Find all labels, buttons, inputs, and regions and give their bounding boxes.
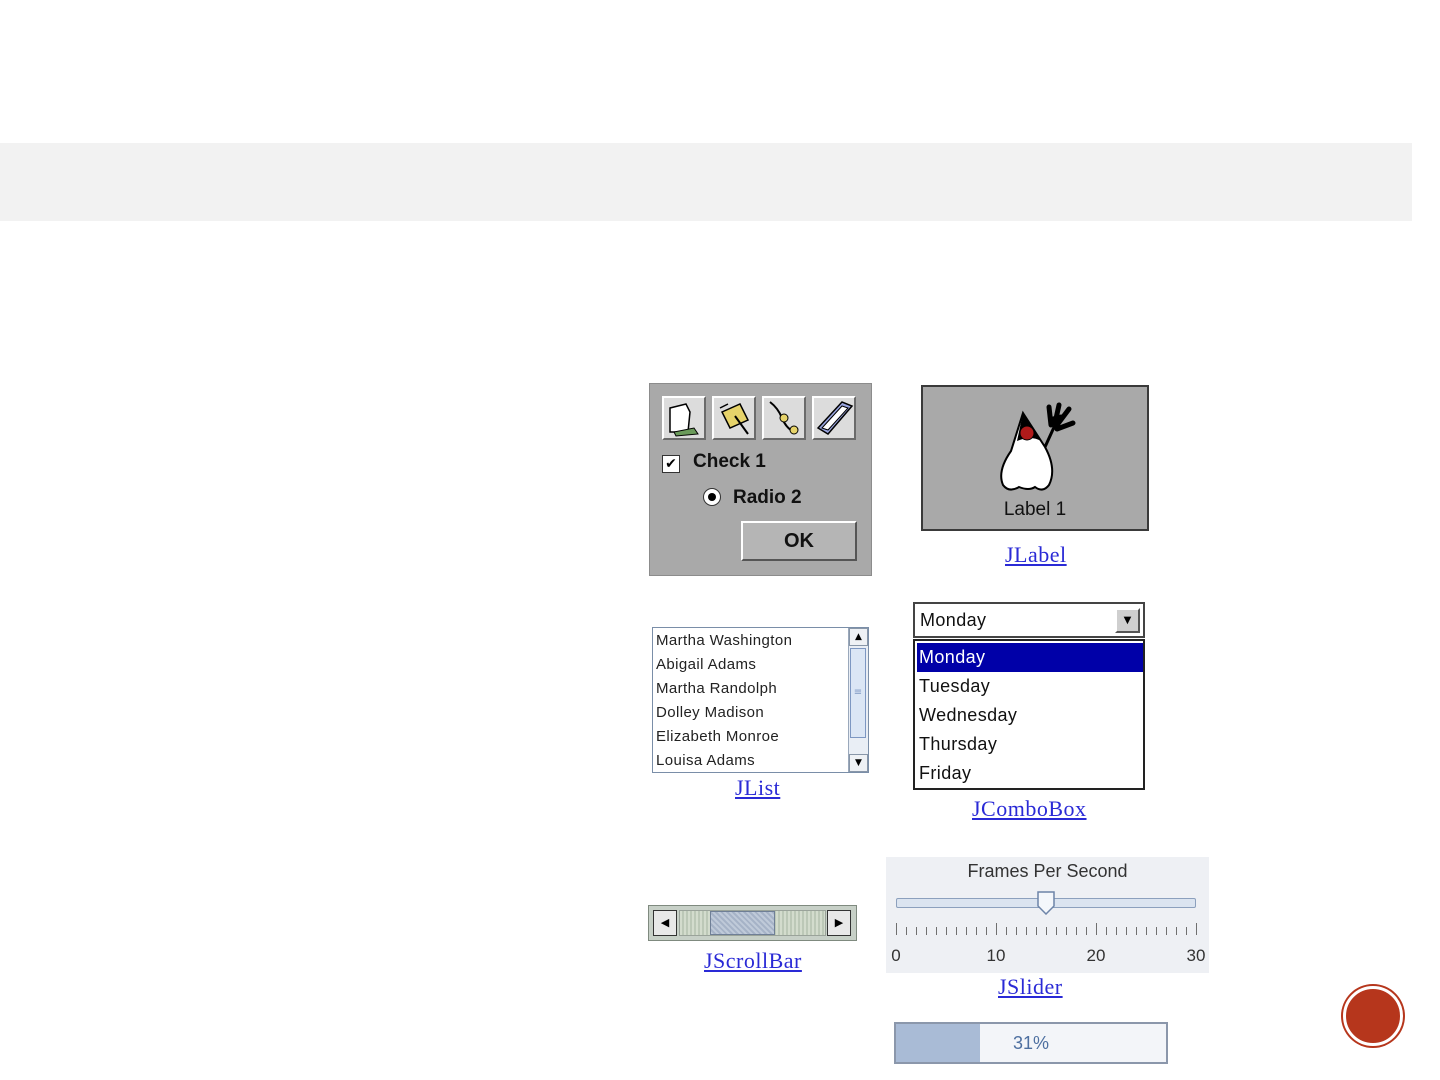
- slider-tick: [906, 927, 907, 935]
- slider-tick: [1086, 927, 1087, 935]
- jslider-demo: Frames Per Second 0 10 20 30: [886, 857, 1209, 973]
- jlabel-demo: Label 1: [921, 385, 1149, 531]
- scroll-track[interactable]: [679, 910, 826, 936]
- slider-title: Frames Per Second: [967, 861, 1128, 881]
- slider-tick: [1056, 927, 1057, 935]
- scroll-down-arrow-icon[interactable]: ▼: [849, 754, 868, 772]
- toolbar-button-document[interactable]: [662, 396, 706, 440]
- radio-2-button[interactable]: [703, 488, 721, 506]
- slider-tick: [926, 927, 927, 935]
- slider-tick: [956, 927, 957, 935]
- combo-selected-value: Monday: [920, 610, 987, 630]
- slider-tick: [1146, 927, 1147, 935]
- combo-option[interactable]: Friday: [917, 759, 1143, 788]
- jscrollbar-demo[interactable]: ◀ ▶: [648, 905, 857, 941]
- slider-label: 30: [1186, 946, 1206, 965]
- scroll-up-arrow-icon[interactable]: ▲: [849, 628, 868, 646]
- toolbar-button-plug[interactable]: [762, 396, 806, 440]
- slider-tick: [1036, 927, 1037, 935]
- slider-label: 0: [891, 946, 901, 965]
- duke-mascot-icon: [1000, 402, 1076, 491]
- slider-tick: [1116, 927, 1117, 935]
- jcombobox-link[interactable]: JComboBox: [972, 796, 1087, 822]
- slider-tick: [946, 927, 947, 935]
- slider-tick: [1026, 927, 1027, 935]
- slider-tick: [976, 927, 977, 935]
- scroll-thumb[interactable]: [709, 911, 775, 935]
- check-1-label: Check 1: [693, 451, 766, 472]
- slider-tick: [1076, 927, 1077, 935]
- slider-label: 20: [1086, 946, 1106, 965]
- slider-thumb[interactable]: [1037, 891, 1055, 915]
- jcombobox-demo: Monday ▼ Monday Tuesday Wednesday Thursd…: [913, 602, 1145, 790]
- slider-tick: [916, 927, 917, 935]
- jslider-link[interactable]: JSlider: [998, 974, 1063, 1000]
- jlist-demo[interactable]: Martha Washington Abigail Adams Martha R…: [652, 627, 869, 773]
- combo-option[interactable]: Monday: [917, 643, 1143, 672]
- combo-option[interactable]: Thursday: [917, 730, 1143, 759]
- slider-tick: [966, 927, 967, 935]
- toolbar-button-notebook[interactable]: [812, 396, 856, 440]
- list-item[interactable]: Martha Washington: [656, 632, 792, 649]
- document-icon: [669, 403, 699, 437]
- list-item[interactable]: Dolley Madison: [656, 704, 764, 721]
- jlabel-text: Label 1: [1003, 499, 1067, 520]
- progress-text: 31%: [1012, 1033, 1050, 1053]
- slider-tick: [1156, 927, 1157, 935]
- slider-tick: [1046, 927, 1047, 935]
- slider-tick: [1166, 927, 1167, 935]
- scroll-right-arrow-icon[interactable]: ▶: [827, 910, 851, 936]
- slider-tick: [936, 927, 937, 935]
- check-1-checkbox[interactable]: ✔: [662, 455, 680, 473]
- notebook-icon: [816, 401, 854, 435]
- combo-dropdown-list: Monday Tuesday Wednesday Thursday Friday: [913, 639, 1145, 790]
- slider-tick: [986, 927, 987, 935]
- list-item[interactable]: Abigail Adams: [656, 656, 756, 673]
- slider-tick: [1126, 927, 1127, 935]
- list-item[interactable]: Louisa Adams: [656, 752, 755, 769]
- slider-tick: [1196, 923, 1197, 935]
- scroll-left-arrow-icon[interactable]: ◀: [653, 910, 677, 936]
- slider-tick: [896, 923, 897, 935]
- slider-tick: [1096, 923, 1097, 935]
- slider-tick: [1106, 927, 1107, 935]
- check-mark: ✔: [665, 456, 677, 472]
- combo-field[interactable]: Monday ▼: [913, 602, 1145, 638]
- ok-button[interactable]: OK: [741, 521, 857, 561]
- component-panel: ✔ Check 1 Radio 2 OK: [649, 383, 872, 576]
- jlabel-link[interactable]: JLabel: [1005, 542, 1067, 568]
- radio-2-label: Radio 2: [733, 487, 802, 508]
- slider-tick: [1186, 927, 1187, 935]
- title-band: [0, 143, 1412, 221]
- thumbtack-note-icon: [719, 403, 750, 435]
- slider-label: 10: [986, 946, 1006, 965]
- scroll-thumb[interactable]: ≡: [850, 648, 866, 738]
- chevron-down-icon[interactable]: ▼: [1115, 608, 1140, 633]
- list-item[interactable]: Elizabeth Monroe: [656, 728, 779, 745]
- combo-option[interactable]: Tuesday: [917, 672, 1143, 701]
- toolbar-button-note[interactable]: [712, 396, 756, 440]
- jscrollbar-link[interactable]: JScrollBar: [704, 948, 802, 974]
- slider-tick: [1136, 927, 1137, 935]
- slider-tick: [1006, 927, 1007, 935]
- slider-ticks: [896, 923, 1197, 941]
- combo-option[interactable]: Wednesday: [917, 701, 1143, 730]
- slider-tick: [1016, 927, 1017, 935]
- jlist-link[interactable]: JList: [735, 775, 780, 801]
- list-item[interactable]: Martha Randolph: [656, 680, 777, 697]
- slider-tick: [996, 923, 997, 935]
- slide-number-badge: [1343, 986, 1403, 1046]
- cable-plug-icon: [769, 401, 799, 435]
- progress-bar: 31%: [894, 1022, 1168, 1064]
- slider-tick: [1176, 927, 1177, 935]
- slider-tick: [1066, 927, 1067, 935]
- list-vertical-scrollbar[interactable]: ▲ ≡ ▼: [848, 628, 868, 772]
